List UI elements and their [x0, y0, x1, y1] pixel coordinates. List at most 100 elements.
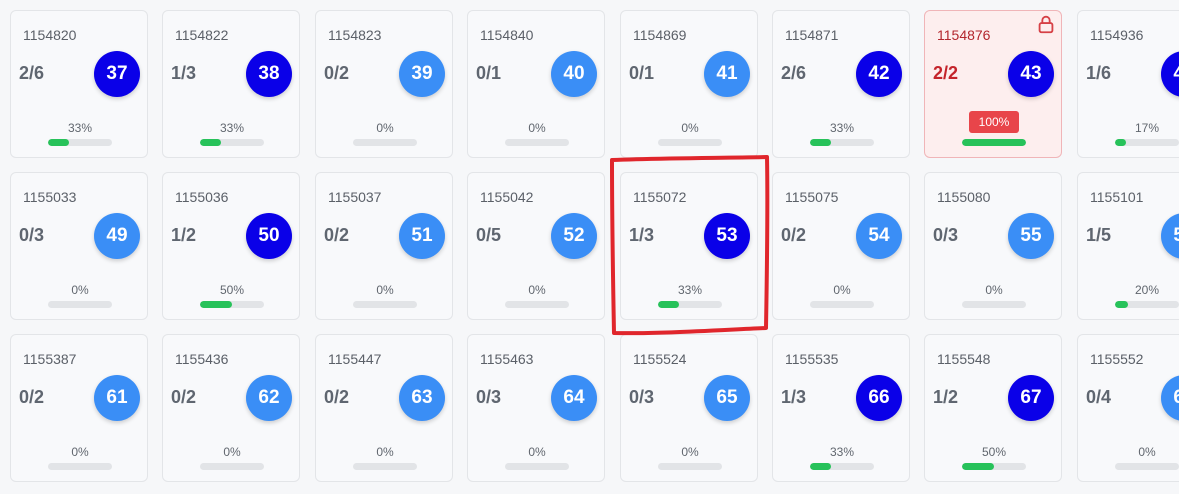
- progress-bar-fill: [962, 139, 1026, 146]
- number-badge: 56: [1161, 213, 1179, 259]
- record-card[interactable]: 1155101 1/5 56 20%: [1077, 172, 1179, 320]
- record-card[interactable]: 1154822 1/3 38 33%: [162, 10, 300, 158]
- number-badge: 53: [704, 213, 750, 259]
- record-id: 1154823: [328, 27, 382, 43]
- progress-percent: 100%: [969, 111, 1019, 133]
- record-id: 1155548: [937, 351, 991, 367]
- progress-percent: 17%: [1134, 121, 1160, 135]
- progress-percent: 33%: [677, 283, 703, 297]
- record-id: 1155037: [328, 189, 382, 205]
- record-id: 1155524: [633, 351, 687, 367]
- record-id: 1155080: [937, 189, 991, 205]
- record-id: 1155436: [175, 351, 229, 367]
- progress-bar: [48, 463, 112, 470]
- record-id: 1154871: [785, 27, 839, 43]
- completion-ratio: 1/5: [1086, 225, 1112, 245]
- progress-bar: [962, 463, 1026, 470]
- completion-ratio: 0/3: [19, 225, 45, 245]
- record-card[interactable]: 1155447 0/2 63 0%: [315, 334, 453, 482]
- number-badge: 43: [1008, 51, 1054, 97]
- progress-percent: 0%: [1138, 445, 1156, 459]
- completion-ratio: 0/3: [476, 387, 502, 407]
- progress-bar: [962, 139, 1026, 146]
- progress-bar: [810, 463, 874, 470]
- lock-icon: [1035, 13, 1057, 35]
- record-id: 1155535: [785, 351, 839, 367]
- progress-percent: 33%: [829, 121, 855, 135]
- record-card[interactable]: 1155463 0/3 64 0%: [467, 334, 605, 482]
- record-card[interactable]: 1154823 0/2 39 0%: [315, 10, 453, 158]
- record-id: 1154869: [633, 27, 687, 43]
- record-card[interactable]: 1155548 1/2 67 50%: [924, 334, 1062, 482]
- record-card[interactable]: 1155037 0/2 51 0%: [315, 172, 453, 320]
- progress-percent: 0%: [376, 445, 394, 459]
- record-id: 1155463: [480, 351, 534, 367]
- progress-bar: [353, 301, 417, 308]
- record-card[interactable]: 1155524 0/3 65 0%: [620, 334, 758, 482]
- progress-bar: [48, 139, 112, 146]
- progress-bar: [200, 301, 264, 308]
- completion-ratio: 0/2: [324, 387, 350, 407]
- record-id: 1154822: [175, 27, 229, 43]
- record-card[interactable]: 1154876 2/2 43 100%: [924, 10, 1062, 158]
- record-id: 1154936: [1090, 27, 1144, 43]
- progress-bar: [1115, 301, 1179, 308]
- completion-ratio: 0/2: [19, 387, 45, 407]
- number-badge: 55: [1008, 213, 1054, 259]
- progress-bar: [353, 139, 417, 146]
- number-badge: 63: [399, 375, 445, 421]
- progress-percent: 20%: [1134, 283, 1160, 297]
- record-id: 1155075: [785, 189, 839, 205]
- progress-percent: 0%: [528, 121, 546, 135]
- record-id: 1155552: [1090, 351, 1144, 367]
- progress-bar-fill: [962, 463, 994, 470]
- completion-ratio: 0/3: [933, 225, 959, 245]
- progress-percent: 0%: [985, 283, 1003, 297]
- record-card[interactable]: 1155072 1/3 53 33%: [620, 172, 758, 320]
- number-badge: 67: [1008, 375, 1054, 421]
- record-card[interactable]: 1155436 0/2 62 0%: [162, 334, 300, 482]
- record-card[interactable]: 1155552 0/4 68 0%: [1077, 334, 1179, 482]
- record-id: 1155447: [328, 351, 382, 367]
- progress-bar: [1115, 463, 1179, 470]
- record-card[interactable]: 1155080 0/3 55 0%: [924, 172, 1062, 320]
- completion-ratio: 2/6: [19, 63, 45, 83]
- completion-ratio: 1/3: [781, 387, 807, 407]
- completion-ratio: 0/3: [629, 387, 655, 407]
- progress-percent: 50%: [219, 283, 245, 297]
- progress-bar-fill: [1115, 139, 1126, 146]
- progress-percent: 0%: [376, 283, 394, 297]
- record-card[interactable]: 1154936 1/6 44 17%: [1077, 10, 1179, 158]
- progress-bar: [505, 301, 569, 308]
- number-badge: 50: [246, 213, 292, 259]
- progress-percent: 0%: [528, 445, 546, 459]
- number-badge: 68: [1161, 375, 1179, 421]
- record-id: 1155033: [23, 189, 77, 205]
- record-id: 1154840: [480, 27, 534, 43]
- progress-percent: 0%: [528, 283, 546, 297]
- completion-ratio: 1/3: [629, 225, 655, 245]
- number-badge: 65: [704, 375, 750, 421]
- progress-percent: 0%: [71, 445, 89, 459]
- record-card[interactable]: 1155387 0/2 61 0%: [10, 334, 148, 482]
- record-card[interactable]: 1155075 0/2 54 0%: [772, 172, 910, 320]
- record-card[interactable]: 1155036 1/2 50 50%: [162, 172, 300, 320]
- record-card[interactable]: 1154869 0/1 41 0%: [620, 10, 758, 158]
- completion-ratio: 1/6: [1086, 63, 1112, 83]
- number-badge: 37: [94, 51, 140, 97]
- progress-bar: [658, 139, 722, 146]
- completion-ratio: 1/3: [171, 63, 197, 83]
- record-id: 1155101: [1090, 189, 1144, 205]
- record-card[interactable]: 1155535 1/3 66 33%: [772, 334, 910, 482]
- record-card[interactable]: 1154840 0/1 40 0%: [467, 10, 605, 158]
- number-badge: 39: [399, 51, 445, 97]
- number-badge: 49: [94, 213, 140, 259]
- progress-bar-fill: [200, 301, 232, 308]
- record-card[interactable]: 1155042 0/5 52 0%: [467, 172, 605, 320]
- record-card[interactable]: 1155033 0/3 49 0%: [10, 172, 148, 320]
- progress-percent: 0%: [376, 121, 394, 135]
- progress-percent: 33%: [219, 121, 245, 135]
- record-card[interactable]: 1154871 2/6 42 33%: [772, 10, 910, 158]
- progress-percent: 0%: [71, 283, 89, 297]
- record-card[interactable]: 1154820 2/6 37 33%: [10, 10, 148, 158]
